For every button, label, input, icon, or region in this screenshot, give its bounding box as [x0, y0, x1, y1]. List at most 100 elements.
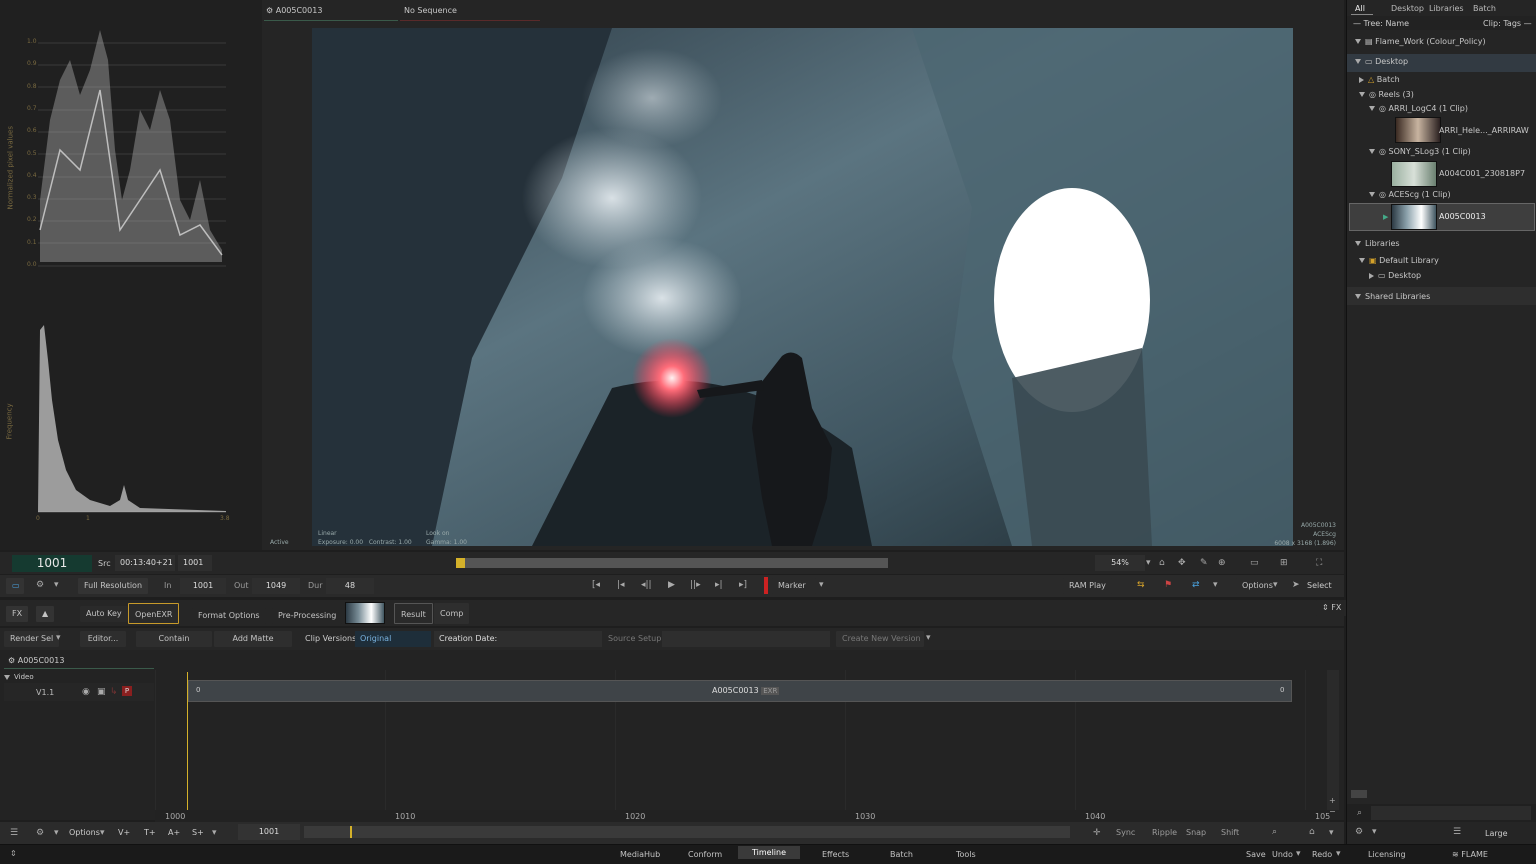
tree-desktop[interactable]: ▭ Desktop	[1347, 54, 1536, 72]
pre-processing-button[interactable]: Pre-Processing	[272, 608, 343, 624]
target-icon[interactable]: ⊕	[1218, 557, 1226, 569]
frame-counter[interactable]: 1001	[12, 555, 92, 572]
tree-library-desktop[interactable]: ▭ Desktop	[1347, 268, 1536, 283]
link-icon[interactable]: ↳	[110, 686, 118, 698]
library-tab-batch[interactable]: Batch	[1473, 4, 1496, 13]
library-gear-dropdown-icon[interactable]: ▾	[1372, 826, 1377, 838]
library-tab-desktop[interactable]: Desktop	[1391, 4, 1424, 13]
library-scrollbar[interactable]	[1351, 790, 1367, 798]
openexr-button[interactable]: OpenEXR	[128, 603, 180, 624]
tree-reels[interactable]: ◎ Reels (3)	[1347, 87, 1536, 102]
eyedropper-icon[interactable]: ✎	[1200, 557, 1208, 569]
licensing-button[interactable]: Licensing	[1368, 850, 1406, 859]
timeline-gear-icon[interactable]: ⚙	[36, 827, 44, 839]
home-icon[interactable]: ⌂	[1159, 557, 1165, 569]
options-dropdown-icon[interactable]: ▾	[1273, 579, 1278, 591]
lock-icon[interactable]: ▣	[97, 686, 106, 698]
clip-thumbnail[interactable]	[345, 602, 385, 624]
eye-icon[interactable]: ◉	[82, 686, 90, 698]
footer-tab-batch[interactable]: Batch	[890, 850, 913, 859]
fullscreen-icon[interactable]: ⛶	[1316, 557, 1322, 569]
redo-button[interactable]: Redo	[1312, 850, 1332, 859]
go-to-start-icon[interactable]: [◂	[592, 579, 600, 591]
library-search-input[interactable]	[1371, 806, 1531, 820]
layout-icon[interactable]: ▭	[1250, 557, 1259, 569]
step-back-icon[interactable]: ◂||	[641, 579, 652, 591]
zoom-field[interactable]: 54%	[1095, 555, 1145, 571]
source-setup-field[interactable]	[662, 631, 830, 647]
tree-shared-libraries[interactable]: Shared Libraries	[1347, 289, 1536, 304]
viewer-tab-clip[interactable]: ⚙ A005C0013	[266, 6, 322, 15]
tree-batch[interactable]: △ Batch	[1347, 72, 1536, 87]
render-dropdown-icon[interactable]: ▾	[56, 632, 61, 644]
step-forward-icon[interactable]: ||▸	[690, 579, 701, 591]
resolution-button[interactable]: Full Resolution	[78, 578, 149, 594]
save-button[interactable]: Save	[1246, 850, 1266, 859]
viewer-image[interactable]	[312, 28, 1293, 546]
footer-tab-tools[interactable]: Tools	[956, 850, 976, 859]
expand-icon[interactable]	[1369, 192, 1375, 197]
editor-button[interactable]: Editor...	[80, 631, 126, 647]
play-icon[interactable]: ▶	[668, 579, 675, 591]
settings-dropdown-icon[interactable]: ▾	[54, 579, 59, 591]
shift-button[interactable]: Shift	[1221, 828, 1239, 837]
format-options-button[interactable]: Format Options	[192, 608, 266, 624]
timeline-home-icon[interactable]: ⌂	[1309, 826, 1315, 838]
list-view-icon[interactable]: ☰	[1453, 826, 1461, 838]
next-edit-icon[interactable]: ▸|	[715, 579, 723, 591]
video-collapse-icon[interactable]	[4, 674, 10, 680]
pan-icon[interactable]: ✥	[1178, 557, 1186, 569]
create-new-version-button[interactable]: Create New Version	[836, 631, 924, 647]
primary-track-badge[interactable]: P	[122, 686, 132, 696]
redo-dropdown-icon[interactable]: ▾	[1336, 848, 1341, 860]
tree-reel-sony[interactable]: ◎ SONY_SLog3 (1 Clip)	[1347, 144, 1536, 159]
library-tab-all[interactable]: All	[1355, 4, 1365, 13]
footer-tab-conform[interactable]: Conform	[688, 850, 722, 859]
timeline-scroll[interactable]	[304, 826, 1070, 838]
video-group[interactable]: Video	[4, 673, 34, 681]
expand-icon[interactable]	[1369, 106, 1375, 111]
library-search-icon[interactable]: ⌕	[1357, 807, 1362, 819]
add-text-button[interactable]: T+	[144, 828, 156, 837]
tree-reel-arri[interactable]: ◎ ARRI_LogC4 (1 Clip)	[1347, 101, 1536, 116]
add-matte-button[interactable]: Add Matte	[214, 631, 292, 647]
timeline-layout-icon[interactable]: ☰	[10, 827, 18, 839]
footer-tab-timeline[interactable]: Timeline	[738, 846, 801, 859]
expand-icon[interactable]	[1369, 272, 1374, 279]
timeline-scrollbar[interactable]	[1327, 670, 1339, 810]
current-frame-field[interactable]: 1001	[238, 824, 300, 840]
footer-expand-icon[interactable]: ⇕	[10, 848, 17, 860]
version-dropdown-icon[interactable]: ▾	[926, 632, 931, 644]
tree-libraries[interactable]: Libraries	[1347, 236, 1536, 251]
transfer-dropdown-icon[interactable]: ▾	[1213, 579, 1218, 591]
render-icon[interactable]: ⚑	[1164, 579, 1172, 591]
crosshair-icon[interactable]: ✛	[1093, 827, 1101, 839]
timeline-gear-dropdown-icon[interactable]: ▾	[54, 827, 59, 839]
prev-edit-icon[interactable]: |◂	[617, 579, 625, 591]
timeline-options-dropdown-icon[interactable]: ▾	[100, 827, 105, 839]
record-indicator[interactable]	[764, 577, 768, 594]
expand-icon[interactable]	[1359, 258, 1365, 263]
image-mode-button[interactable]: ▲	[36, 606, 55, 622]
select-label[interactable]: Select	[1307, 581, 1332, 590]
viewer-mode-button[interactable]: ▭	[6, 578, 24, 594]
swap-icon[interactable]: ⇆	[1137, 579, 1145, 591]
add-view-icon[interactable]: ⊞	[1280, 557, 1288, 569]
undo-dropdown-icon[interactable]: ▾	[1296, 848, 1301, 860]
undo-button[interactable]: Undo	[1272, 850, 1293, 859]
footer-tab-mediahub[interactable]: MediaHub	[620, 850, 660, 859]
settings-gear-icon[interactable]: ⚙	[36, 579, 44, 591]
auto-key-button[interactable]: Auto Key	[80, 606, 128, 622]
transfer-icon[interactable]: ⇄	[1192, 579, 1200, 591]
contain-button[interactable]: Contain	[136, 631, 212, 647]
in-field[interactable]: 1001	[180, 578, 226, 594]
expand-icon[interactable]	[1355, 59, 1361, 64]
expand-icon[interactable]	[1359, 92, 1365, 97]
add-video-button[interactable]: V+	[118, 828, 130, 837]
tree-sort-label[interactable]: — Tree: Name	[1353, 19, 1409, 28]
version-field[interactable]: Original	[355, 631, 431, 647]
expand-icon[interactable]	[1355, 294, 1361, 299]
tree-default-library[interactable]: ▣ Default Library	[1347, 253, 1536, 268]
marker-button[interactable]: Marker	[772, 578, 816, 594]
timeline-home-dropdown-icon[interactable]: ▾	[1329, 827, 1334, 839]
